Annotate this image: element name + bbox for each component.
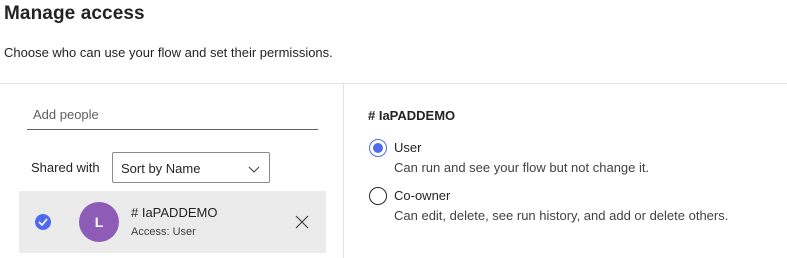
chevron-down-icon bbox=[248, 162, 260, 174]
header-divider bbox=[0, 83, 787, 84]
co-owner-radio-description: Can edit, delete, see run history, and a… bbox=[394, 208, 729, 223]
permissions-title: # IaPADDEMO bbox=[368, 108, 456, 123]
panel-divider bbox=[343, 84, 344, 258]
checkmark-circle-icon[interactable] bbox=[35, 214, 51, 230]
avatar: L bbox=[79, 202, 119, 242]
page-title: Manage access bbox=[4, 3, 145, 24]
user-name: # IaPADDEMO bbox=[131, 205, 218, 220]
user-radio-label[interactable]: User bbox=[394, 140, 421, 155]
co-owner-radio[interactable] bbox=[369, 187, 387, 205]
manage-access-panel: Manage access Choose who can use your fl… bbox=[0, 0, 787, 258]
sort-dropdown-value: Sort by Name bbox=[121, 161, 201, 176]
add-people-input[interactable] bbox=[27, 100, 318, 130]
user-radio-description: Can run and see your flow but not change… bbox=[394, 160, 650, 175]
user-radio[interactable] bbox=[369, 139, 387, 157]
sort-dropdown[interactable]: Sort by Name bbox=[112, 152, 270, 183]
shared-with-label: Shared with bbox=[31, 160, 100, 175]
user-access-level: Access: User bbox=[131, 226, 196, 238]
co-owner-radio-label[interactable]: Co-owner bbox=[394, 188, 450, 203]
page-subtitle: Choose who can use your flow and set the… bbox=[4, 45, 333, 60]
shared-user-row[interactable]: L # IaPADDEMO Access: User bbox=[19, 191, 326, 253]
close-icon[interactable] bbox=[294, 214, 310, 230]
